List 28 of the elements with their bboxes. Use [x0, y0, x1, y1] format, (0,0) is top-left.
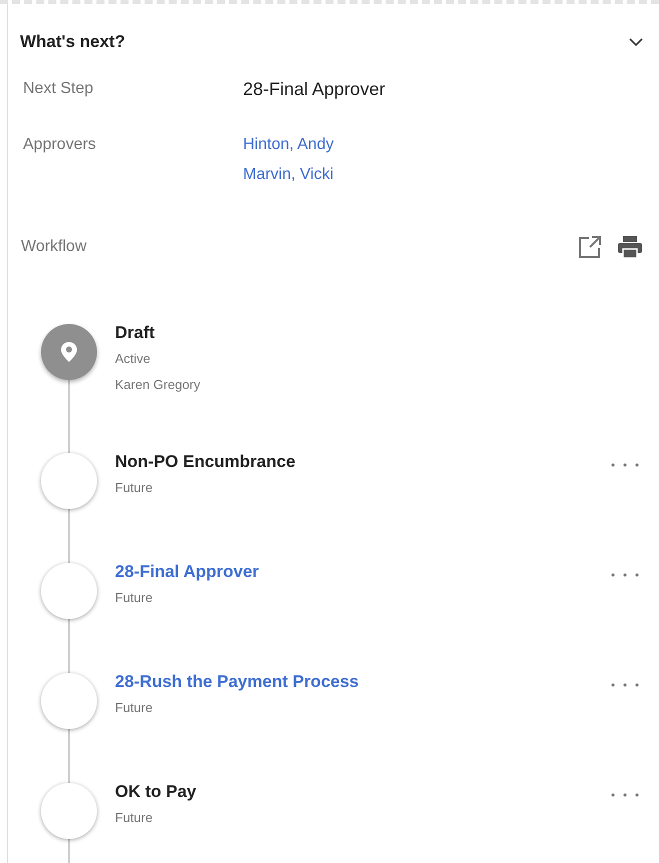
more-icon — [611, 793, 639, 797]
more-icon — [611, 683, 639, 687]
field-value: 28-Final Approver — [243, 78, 386, 101]
step-link[interactable]: 28-Rush the Payment Process — [115, 669, 359, 695]
more-icon — [611, 573, 639, 577]
approver-link[interactable]: Hinton, Andy — [243, 130, 334, 160]
approver-link[interactable]: Marvin, Vicki — [243, 160, 334, 190]
chevron-icon — [629, 38, 643, 46]
step-status: Future — [115, 699, 154, 717]
print-button[interactable] — [617, 235, 643, 259]
step-assignee: Karen Gregory — [115, 376, 202, 394]
location-pin-icon — [61, 342, 77, 362]
step-status: Future — [115, 809, 154, 827]
step-status: Active — [115, 350, 152, 368]
step-title: OK to Pay — [115, 781, 198, 803]
open-external-button[interactable] — [577, 234, 603, 260]
step-title: Draft — [115, 322, 156, 344]
step-status: Future — [115, 479, 154, 497]
field-label: Approvers — [23, 135, 97, 155]
field-label: Next Step — [23, 79, 94, 99]
external-link-icon — [577, 234, 603, 260]
more-icon — [611, 463, 639, 467]
step-link[interactable]: 28-Final Approver — [115, 559, 259, 585]
print-icon — [617, 235, 643, 259]
workflow-label: Workflow — [21, 237, 86, 257]
step-status: Future — [115, 589, 154, 607]
panel-title: What's next? — [20, 31, 126, 54]
step-title: Non-PO Encumbrance — [115, 451, 296, 473]
